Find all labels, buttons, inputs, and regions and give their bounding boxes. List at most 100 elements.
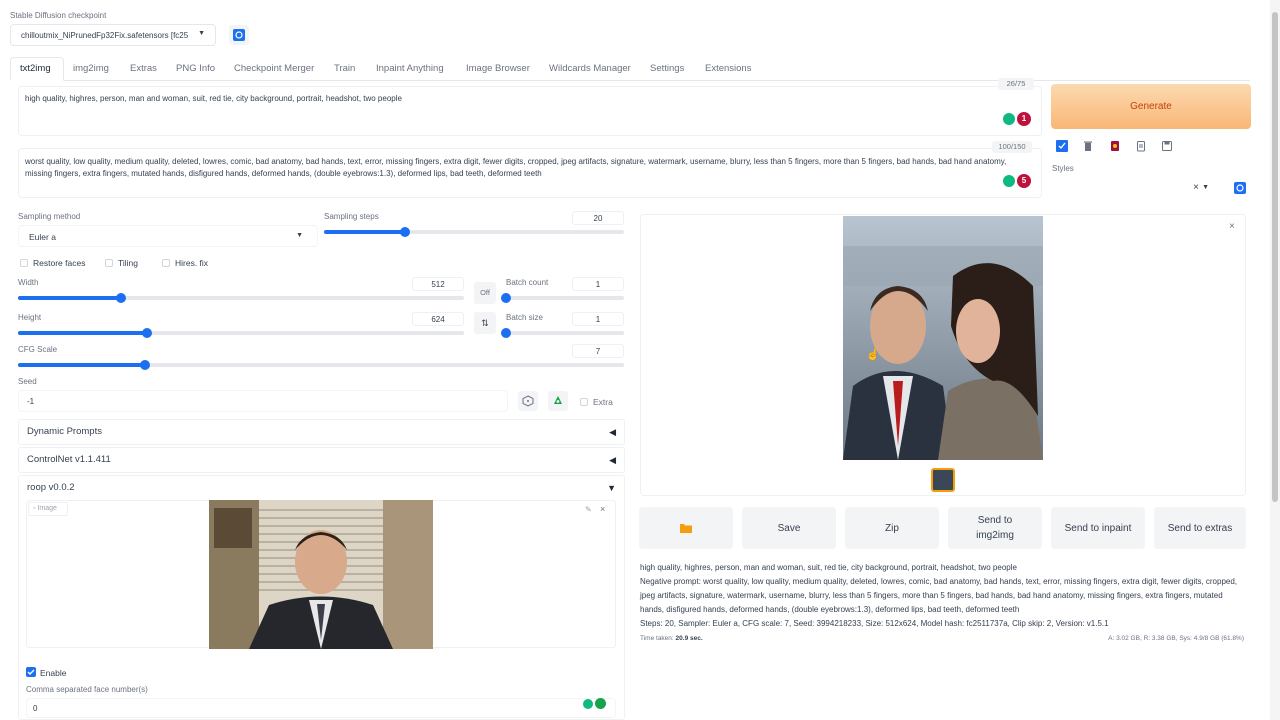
dynamic-prompts-title: Dynamic Prompts	[27, 426, 102, 437]
slider-handle[interactable]	[400, 227, 410, 237]
tab-img2img[interactable]: img2img	[73, 62, 109, 80]
refresh-checkpoint-button[interactable]	[229, 25, 249, 45]
seed-value: -1	[27, 397, 35, 406]
scrollbar-thumb[interactable]	[1272, 12, 1278, 502]
width-input[interactable]: 512	[412, 277, 464, 291]
extra-networks-button[interactable]	[1105, 136, 1125, 156]
trash-button[interactable]	[1078, 136, 1098, 156]
prompt-textarea[interactable]: high quality, highres, person, man and w…	[18, 86, 1042, 136]
tab-image-browser[interactable]: Image Browser	[466, 62, 530, 80]
page-scrollbar[interactable]	[1270, 0, 1280, 720]
swap-dimensions-button[interactable]: ⇅	[474, 312, 496, 334]
open-folder-button[interactable]	[639, 507, 733, 549]
tab-inpaint-anything[interactable]: Inpaint Anything	[376, 62, 444, 80]
roop-title: roop v0.0.2	[27, 482, 75, 493]
restore-faces-label: Restore faces	[33, 258, 86, 268]
gallery-thumbnail[interactable]	[931, 468, 955, 492]
save-style-button[interactable]	[1157, 136, 1177, 156]
tiling-checkbox[interactable]	[105, 259, 113, 267]
width-label: Width	[18, 278, 39, 287]
seed-input[interactable]: -1	[18, 390, 508, 412]
slider-handle[interactable]	[142, 328, 153, 338]
tab-train[interactable]: Train	[334, 62, 355, 80]
send-to-extras-button[interactable]: Send to extras	[1154, 507, 1246, 549]
sampling-steps-slider[interactable]	[324, 227, 624, 237]
cfg-scale-label: CFG Scale	[18, 345, 58, 354]
prompt-text: high quality, highres, person, man and w…	[25, 94, 402, 103]
batch-size-input[interactable]: 1	[572, 312, 624, 326]
chevron-down-icon: ▼	[198, 30, 205, 37]
styles-dropdown[interactable]: × ▼	[1052, 177, 1218, 199]
negative-issue-badge[interactable]: 5	[1017, 174, 1031, 188]
send-to-inpaint-button[interactable]: Send to inpaint	[1051, 507, 1145, 549]
cfg-scale-slider[interactable]	[18, 360, 624, 370]
width-slider[interactable]	[18, 293, 464, 303]
tab-png-info[interactable]: PNG Info	[176, 62, 215, 80]
face-number-input[interactable]: 0	[26, 698, 616, 718]
controlnet-accordion[interactable]: ControlNet v1.1.411 ◀	[18, 447, 625, 473]
close-icon[interactable]: ×	[600, 504, 605, 514]
clear-icon[interactable]: ×	[1193, 182, 1199, 193]
save-button[interactable]: Save	[742, 507, 836, 549]
hires-fix-checkbox[interactable]	[162, 259, 170, 267]
restore-faces-checkbox[interactable]	[20, 259, 28, 267]
styles-label: Styles	[1052, 164, 1074, 173]
zip-button[interactable]: Zip	[845, 507, 939, 549]
tab-checkpoint-merger[interactable]: Checkpoint Merger	[234, 62, 314, 80]
enable-checkbox[interactable]	[26, 667, 36, 677]
grammarly-icon[interactable]	[583, 699, 593, 709]
prompt-issue-badge[interactable]: 1	[1017, 112, 1031, 126]
extra-seed-checkbox[interactable]	[580, 398, 588, 406]
height-slider[interactable]	[18, 328, 464, 338]
close-gallery-icon[interactable]: ×	[1229, 221, 1235, 232]
time-taken-value: 20.9 sec.	[675, 635, 703, 642]
trash-icon	[1084, 141, 1092, 151]
tab-wildcards-manager[interactable]: Wildcards Manager	[549, 62, 631, 80]
random-seed-button[interactable]	[518, 391, 538, 411]
apply-styles-button[interactable]	[1052, 136, 1072, 156]
tab-extensions[interactable]: Extensions	[705, 62, 751, 80]
tab-settings[interactable]: Settings	[650, 62, 684, 80]
grammarly-icon[interactable]	[1003, 175, 1015, 187]
couple-portrait-image	[843, 216, 1043, 460]
refresh-styles-button[interactable]	[1230, 178, 1250, 198]
slider-handle[interactable]	[501, 328, 511, 338]
sampling-steps-label: Sampling steps	[324, 212, 379, 221]
slider-handle[interactable]	[115, 293, 126, 303]
reuse-seed-button[interactable]	[548, 391, 568, 411]
collapse-arrow-icon: ◀	[609, 427, 616, 437]
generate-button[interactable]: Generate	[1051, 84, 1251, 129]
batch-count-slider[interactable]	[501, 293, 624, 303]
grammarly-icon[interactable]	[1003, 113, 1015, 125]
tab-extras[interactable]: Extras	[130, 62, 157, 80]
tab-txt2img[interactable]: txt2img	[20, 62, 51, 80]
negative-token-counter: 100/150	[992, 141, 1032, 153]
height-input[interactable]: 624	[412, 312, 464, 326]
send-to-img2img-button[interactable]: Send to img2img	[948, 507, 1042, 549]
hires-off-button[interactable]: Off	[474, 282, 496, 304]
slider-handle[interactable]	[501, 293, 511, 303]
generated-image[interactable]	[843, 216, 1043, 460]
batch-size-slider[interactable]	[501, 328, 624, 338]
swap-icon: ⇅	[481, 318, 489, 328]
batch-count-input[interactable]: 1	[572, 277, 624, 291]
sampling-method-dropdown[interactable]: Euler a ▼	[18, 225, 318, 247]
dynamic-prompts-accordion[interactable]: Dynamic Prompts ◀	[18, 419, 625, 445]
info-params: Steps: 20, Sampler: Euler a, CFG scale: …	[640, 619, 1109, 628]
expand-arrow-icon: ▼	[607, 483, 616, 493]
slider-handle[interactable]	[140, 360, 151, 370]
checkpoint-dropdown[interactable]: chilloutmix_NiPrunedFp32Fix.safetensors …	[10, 24, 216, 46]
roop-image-label-text: Image	[37, 505, 57, 512]
floppy-disk-icon	[1162, 141, 1172, 151]
info-negative: Negative prompt: worst quality, low qual…	[640, 577, 1238, 614]
negative-prompt-textarea[interactable]: worst quality, low quality, medium quali…	[18, 148, 1042, 198]
height-label: Height	[18, 313, 42, 322]
roop-image-label: ▫ Image	[28, 502, 68, 516]
grammarly-check-icon[interactable]	[595, 698, 606, 709]
edit-icon[interactable]: ✎	[585, 505, 592, 514]
clipboard-button[interactable]	[1131, 136, 1151, 156]
time-taken: Time taken: 20.9 sec.	[640, 635, 703, 642]
sampling-method-value: Euler a	[29, 232, 56, 242]
cfg-scale-input[interactable]: 7	[572, 344, 624, 358]
sampling-steps-input[interactable]: 20	[572, 211, 624, 225]
